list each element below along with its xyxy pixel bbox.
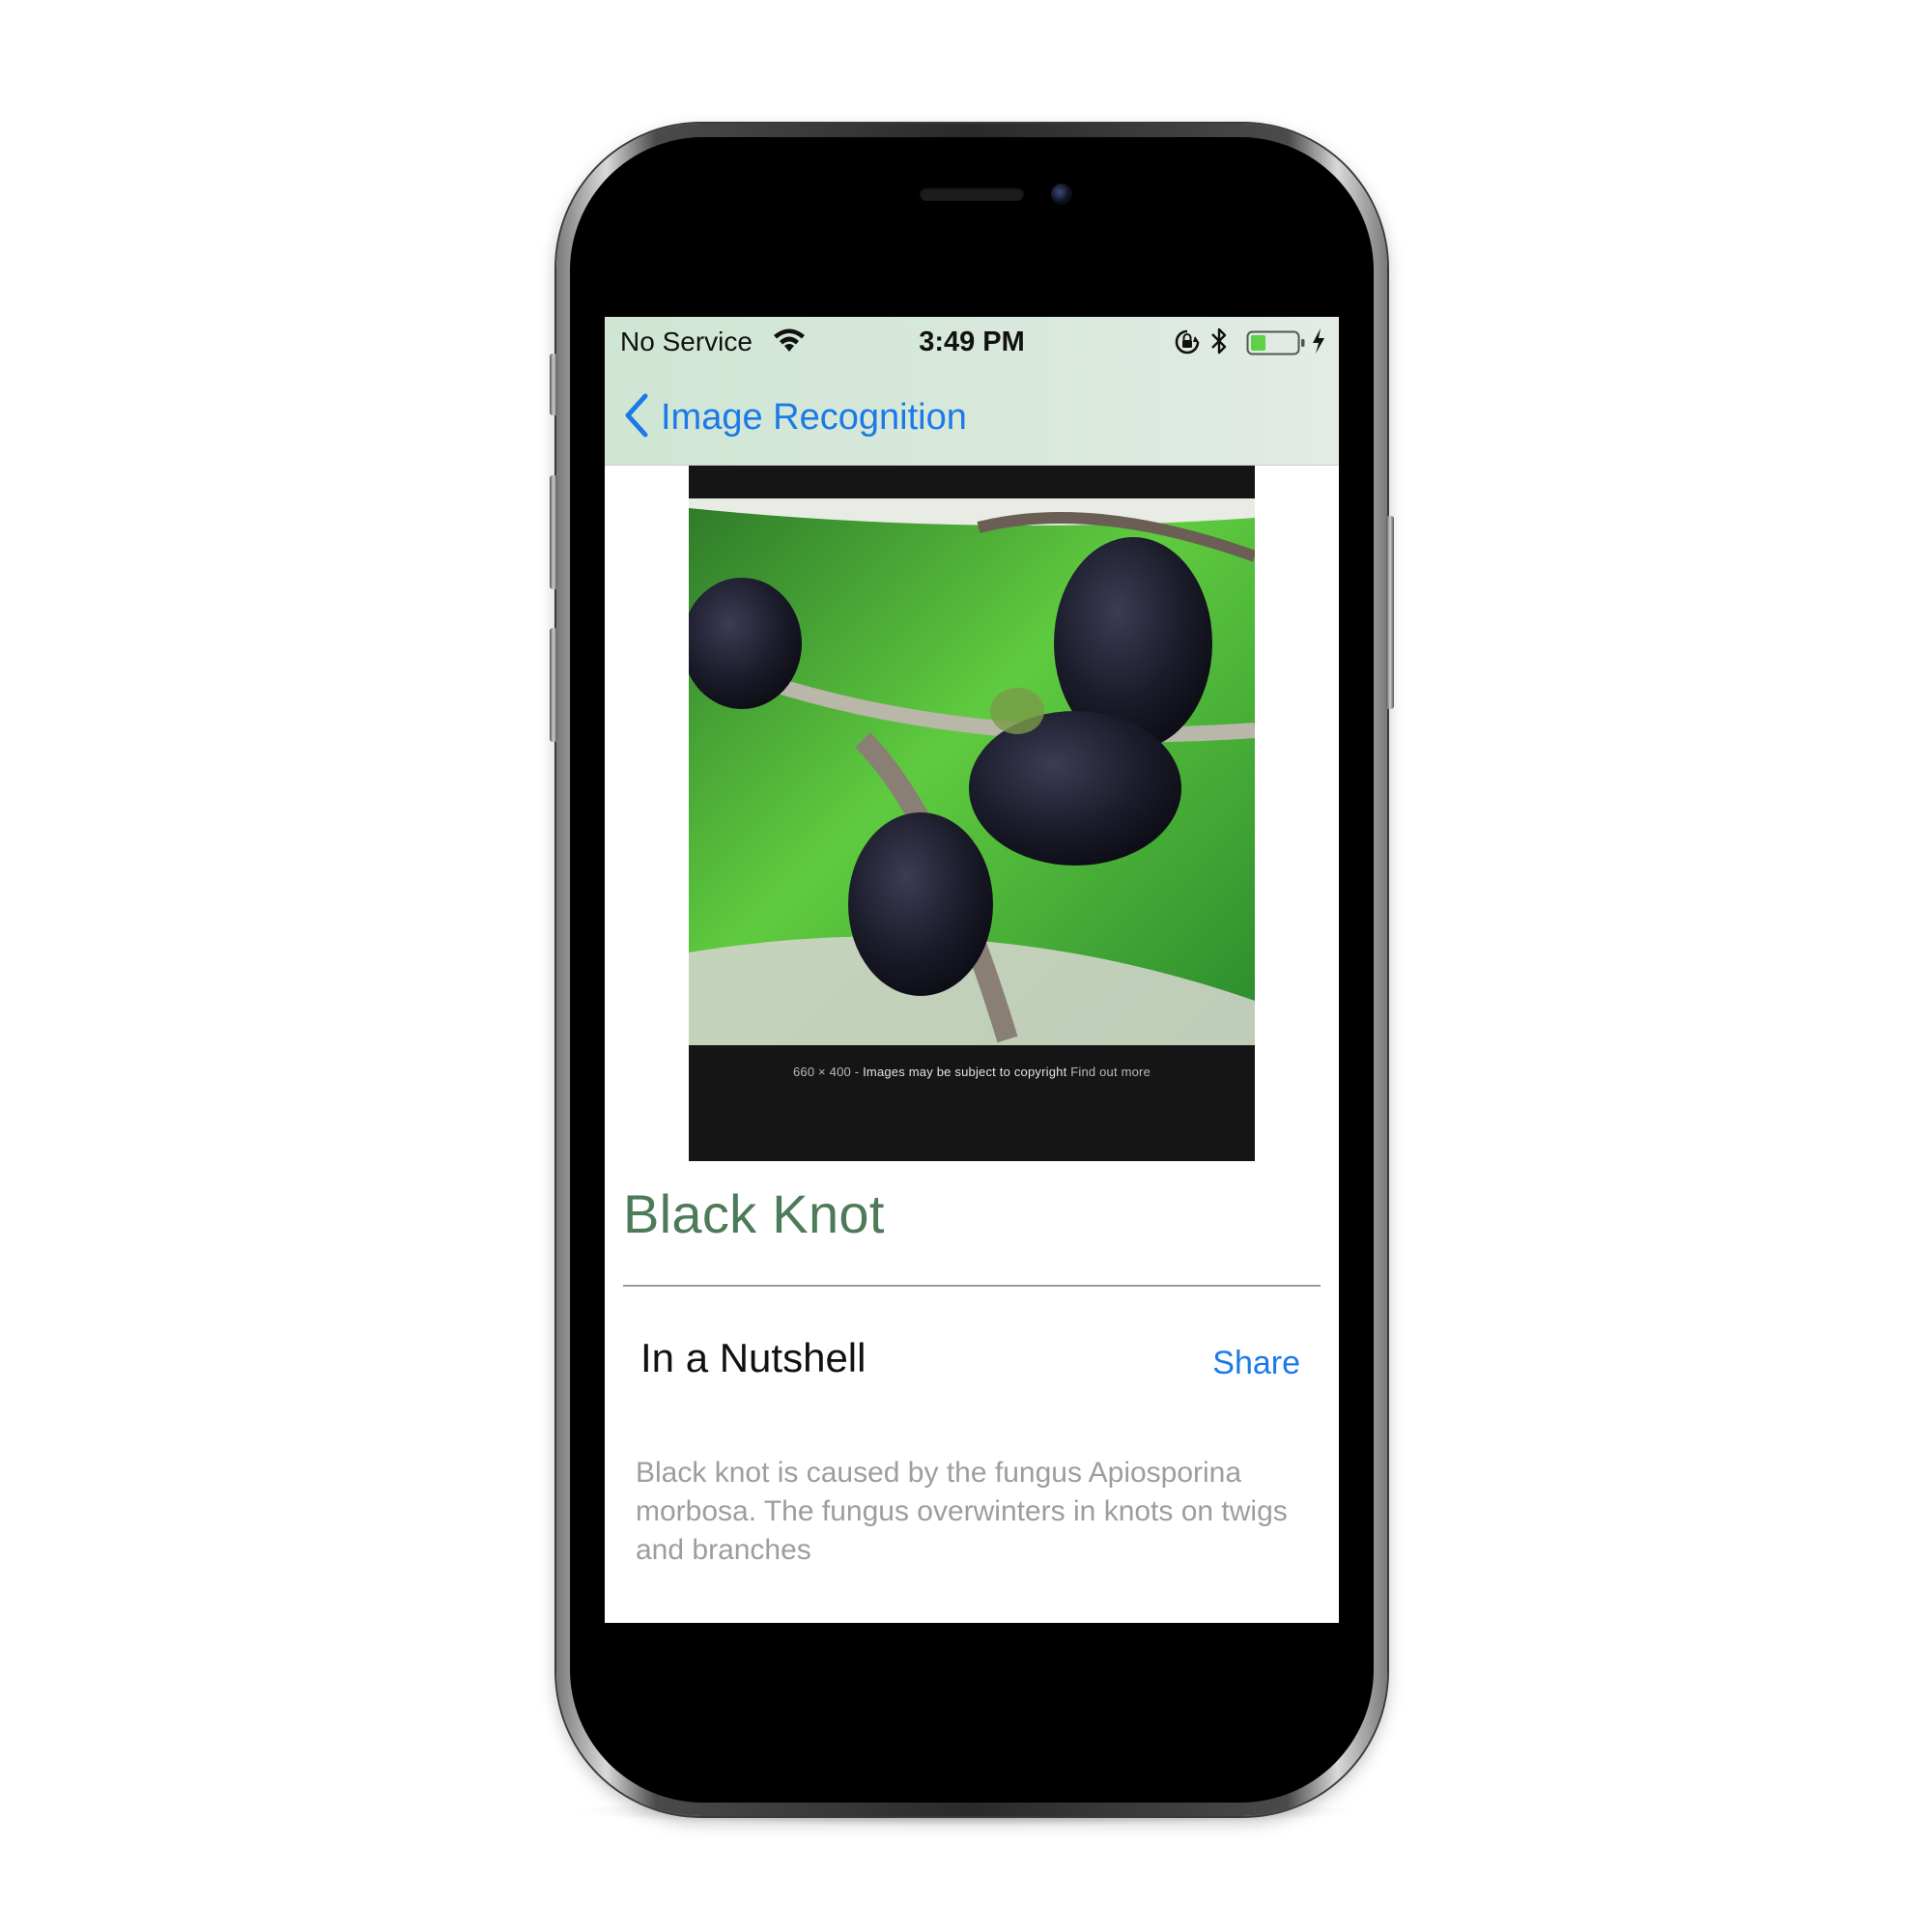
charging-icon: [1311, 327, 1326, 360]
status-bar: No Service 3:49 PM: [605, 317, 1339, 365]
front-camera: [1051, 184, 1072, 205]
back-button[interactable]: Image Recognition: [624, 390, 967, 444]
navigation-header: No Service 3:49 PM Image Recognition: [605, 317, 1339, 466]
description-text: Black knot is caused by the fungus Apios…: [636, 1457, 1288, 1566]
share-button[interactable]: Share: [1212, 1345, 1300, 1382]
battery-icon: [1246, 330, 1306, 360]
volume-down-button: [550, 628, 557, 742]
status-time: 3:49 PM: [919, 327, 1025, 357]
device-mockup: No Service 3:49 PM Image Recognition 660…: [0, 0, 1932, 1932]
result-title: Black Knot: [623, 1183, 885, 1244]
volume-up-button: [550, 475, 557, 589]
mute-switch: [550, 354, 557, 415]
copyright-notice: Images may be subject to copyright: [863, 1065, 1067, 1079]
bluetooth-icon: [1209, 327, 1229, 360]
earpiece-speaker: [920, 187, 1024, 201]
image-size-label: 660 × 400: [792, 1065, 851, 1079]
black-knot-photo: [689, 498, 1255, 1045]
orientation-lock-icon: [1173, 328, 1202, 360]
find-out-more-link[interactable]: Find out more: [1070, 1065, 1151, 1079]
power-button: [1386, 516, 1394, 709]
image-caption: 660 × 400 - Images may be subject to cop…: [689, 1065, 1255, 1079]
result-image: 660 × 400 - Images may be subject to cop…: [689, 466, 1255, 1161]
chevron-left-icon: [624, 393, 649, 442]
app-screen: No Service 3:49 PM Image Recognition 660…: [605, 317, 1339, 1623]
caption-separator: -: [854, 1065, 860, 1079]
back-button-label: Image Recognition: [661, 396, 967, 438]
section-title: In a Nutshell: [640, 1335, 867, 1380]
title-divider: [623, 1285, 1321, 1287]
